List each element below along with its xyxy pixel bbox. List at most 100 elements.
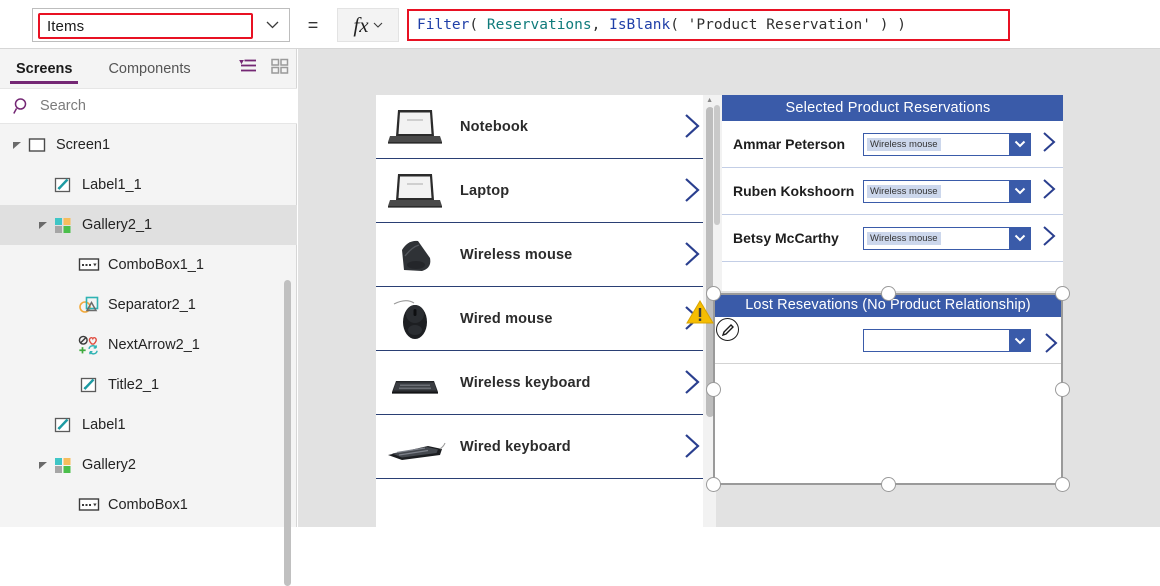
resize-handle-bottom-right[interactable] xyxy=(1055,477,1070,492)
chevron-down-icon[interactable] xyxy=(266,9,279,41)
wireless-mouse-photo xyxy=(384,232,446,278)
tab-screens[interactable]: Screens xyxy=(10,49,79,88)
lost-reservations-combobox[interactable] xyxy=(863,329,1031,352)
expand-arrow-placeholder xyxy=(62,298,76,312)
resize-handle-bottom-center[interactable] xyxy=(880,477,896,492)
tree-item-separator2_1[interactable]: Separator2_1 xyxy=(0,285,297,325)
tree-item-label1_1[interactable]: Label1_1 xyxy=(0,165,297,205)
tree-item-combobox1_1[interactable]: ComboBox1_1 xyxy=(0,245,297,285)
tree-item-label: ComboBox1 xyxy=(108,497,188,513)
chevron-right-icon[interactable] xyxy=(683,432,702,465)
reservation-product-combobox[interactable]: Wireless mouse xyxy=(863,179,1031,203)
expand-arrow-icon[interactable] xyxy=(10,138,24,152)
tree-item-label: Label1_1 xyxy=(82,177,142,193)
reservation-product-combobox[interactable]: Wireless mouse xyxy=(863,226,1031,250)
chevron-down-icon[interactable] xyxy=(1009,180,1030,202)
tree-item-label1[interactable]: Label1 xyxy=(0,405,297,445)
chevron-right-icon[interactable] xyxy=(1041,224,1058,253)
product-row[interactable]: Wired keyboard xyxy=(376,415,716,479)
chevron-right-icon[interactable] xyxy=(1041,130,1058,159)
gallery-icon xyxy=(52,214,74,236)
edit-pencil-icon[interactable] xyxy=(716,318,739,341)
formula-input[interactable]: Filter( Reservations, IsBlank( 'Product … xyxy=(407,9,1010,41)
resize-handle-top-center[interactable] xyxy=(880,286,896,301)
thumbnail-view-icon[interactable] xyxy=(271,58,289,79)
tree-item-title2_1[interactable]: Title2_1 xyxy=(0,365,297,405)
lost-reservations-gallery[interactable]: Lost Resevations (No Product Relationshi… xyxy=(713,293,1063,485)
resize-handle-bottom-left[interactable] xyxy=(706,477,721,492)
reservation-row[interactable]: Ammar Peterson Wireless mouse xyxy=(713,121,1063,168)
label-icon xyxy=(52,414,74,436)
chevron-right-icon[interactable] xyxy=(683,176,702,209)
resize-handle-middle-left[interactable] xyxy=(706,381,721,397)
lost-reservations-row[interactable] xyxy=(713,317,1063,364)
tree-item-label: Label1 xyxy=(82,417,126,433)
search-box[interactable]: Search xyxy=(0,88,297,124)
chevron-down-icon[interactable] xyxy=(1009,133,1030,155)
formula-token: , xyxy=(591,17,610,33)
tree-item-label: Gallery2 xyxy=(82,457,136,473)
chevron-right-icon[interactable] xyxy=(683,112,702,145)
tab-components[interactable]: Components xyxy=(102,49,196,88)
product-row[interactable]: Wireless mouse xyxy=(376,223,716,287)
app-canvas: Notebook Laptop Wireless mouse Wired mouse W… xyxy=(298,49,1160,527)
expand-arrow-icon[interactable] xyxy=(36,458,50,472)
sidebar-scrollbar[interactable] xyxy=(284,125,294,586)
product-name: Wireless keyboard xyxy=(460,374,591,391)
formula-token: Reservations xyxy=(486,17,592,33)
expand-arrow-placeholder xyxy=(36,418,50,432)
expand-arrow-placeholder xyxy=(62,498,76,512)
fx-button[interactable]: fx xyxy=(337,8,399,42)
tree-item-gallery2[interactable]: Gallery2 xyxy=(0,445,297,485)
chevron-right-icon[interactable] xyxy=(1041,177,1058,206)
product-row[interactable]: Laptop xyxy=(376,159,716,223)
property-selector[interactable]: Items xyxy=(32,8,290,42)
chevron-down-icon[interactable] xyxy=(1009,227,1030,249)
wireless-keyboard-photo xyxy=(384,360,446,406)
product-row[interactable]: Wired mouse xyxy=(376,287,716,351)
tree-view-sidebar: Screens Components Search Screen1 Label1… xyxy=(0,49,297,586)
formula-bar: Items = fx Filter( Reservations, IsBlank… xyxy=(0,0,1160,49)
selected-reservations-scrollbar-thumb[interactable] xyxy=(714,105,720,225)
tree-item-label: Gallery2_1 xyxy=(82,217,153,233)
selected-reservations-gallery[interactable]: Selected Product Reservations Ammar Pete… xyxy=(713,95,1063,291)
tree-item-screen1[interactable]: Screen1 xyxy=(0,125,297,165)
product-row[interactable]: Notebook xyxy=(376,95,716,159)
product-row[interactable]: Wireless keyboard xyxy=(376,351,716,415)
resize-handle-middle-right[interactable] xyxy=(1055,381,1070,397)
expand-arrow-placeholder xyxy=(62,378,76,392)
product-name: Wireless mouse xyxy=(460,246,573,263)
chevron-right-icon[interactable] xyxy=(1043,331,1060,360)
wired-mouse-photo xyxy=(384,296,446,342)
search-input[interactable]: Search xyxy=(40,98,86,114)
tree-item-combobox1[interactable]: ComboBox1 xyxy=(0,485,297,525)
formula-token: IsBlank xyxy=(609,17,671,33)
selected-reservations-scrollbar[interactable] xyxy=(713,95,722,291)
tree-view-icon[interactable] xyxy=(238,58,257,79)
reservation-row[interactable]: Ruben Kokshoorn Wireless mouse xyxy=(713,168,1063,215)
expand-arrow-placeholder xyxy=(62,338,76,352)
reservation-person-name: Betsy McCarthy xyxy=(733,230,839,246)
tree-item-nextarrow2_1[interactable]: NextArrow2_1 xyxy=(0,325,297,365)
chevron-down-icon[interactable] xyxy=(1009,330,1030,351)
notebook-photo xyxy=(384,104,446,150)
combobox-icon xyxy=(78,494,100,516)
product-gallery[interactable]: Notebook Laptop Wireless mouse Wired mouse W… xyxy=(376,95,716,527)
sidebar-scrollbar-thumb[interactable] xyxy=(284,280,291,586)
laptop-photo xyxy=(384,168,446,214)
chevron-down-icon xyxy=(373,20,383,30)
expand-arrow-placeholder xyxy=(62,258,76,272)
expand-arrow-icon[interactable] xyxy=(36,218,50,232)
product-name: Notebook xyxy=(460,118,529,135)
product-name: Wired keyboard xyxy=(460,438,571,455)
selected-reservations-rows: Ammar Peterson Wireless mouse Ruben Koksho… xyxy=(713,121,1063,262)
tree-item-gallery2_1[interactable]: Gallery2_1 xyxy=(0,205,297,245)
reservation-row[interactable]: Betsy McCarthy Wireless mouse xyxy=(713,215,1063,262)
reservation-product-combobox[interactable]: Wireless mouse xyxy=(863,132,1031,156)
scroll-up-icon[interactable]: ▲ xyxy=(706,97,713,104)
warning-triangle-icon[interactable] xyxy=(686,299,714,325)
chevron-right-icon[interactable] xyxy=(683,240,702,273)
chevron-right-icon[interactable] xyxy=(683,368,702,401)
resize-handle-top-right[interactable] xyxy=(1055,286,1070,301)
formula-token: ( xyxy=(469,17,487,33)
